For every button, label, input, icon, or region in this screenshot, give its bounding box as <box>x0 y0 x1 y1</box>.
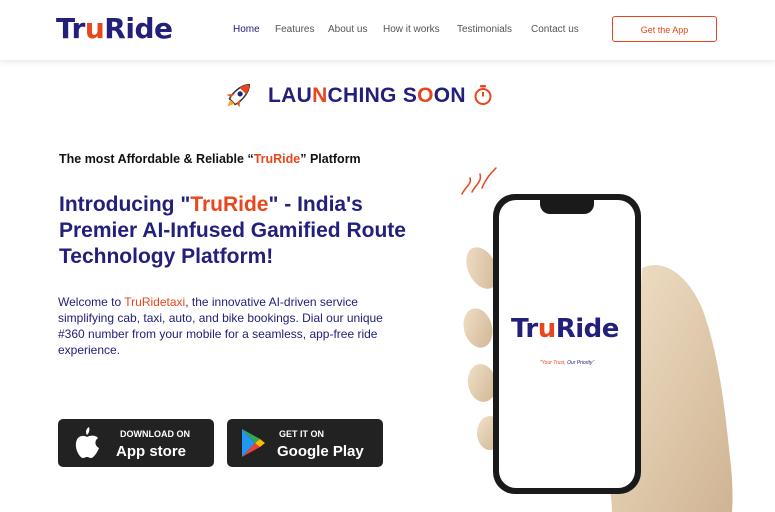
launch-text-a: LAU <box>268 84 313 107</box>
phone-slogan: "Your Trust, Our Priority" <box>499 360 635 366</box>
headline-pre: Introducing " <box>59 193 191 216</box>
phone-logo-part3: Ride <box>555 314 620 344</box>
tagline-pre: The most Affordable & Reliable “ <box>59 152 254 166</box>
headline-brand: TruRide <box>190 193 269 216</box>
phone-logo-part2: u <box>537 314 557 344</box>
description-pre: Welcome to <box>58 295 125 309</box>
google-play-small-text: GET IT ON <box>279 429 324 439</box>
description-brand-link[interactable]: TruRidetaxi <box>124 295 185 309</box>
scribble-decoration <box>461 167 497 195</box>
google-play-button[interactable]: GET IT ON Google Play <box>227 419 383 467</box>
logo-text-part2: u <box>84 12 105 45</box>
launch-text-c: CHING S <box>327 84 418 107</box>
tagline-post: ” Platform <box>300 152 361 166</box>
nav-about-us[interactable]: About us <box>328 24 367 35</box>
stopwatch-icon <box>474 85 492 105</box>
nav-home[interactable]: Home <box>233 24 260 35</box>
page-headline: Introducing "TruRide" - India's Premier … <box>59 192 419 270</box>
nav-how-it-works[interactable]: How it works <box>383 24 440 35</box>
launching-soon-banner: LAUNCHING SOON <box>268 84 466 108</box>
phone-truride-logo: TruRide <box>511 314 619 344</box>
launch-text-e: ON <box>433 84 466 107</box>
slogan-part-b: Our Priority <box>567 360 593 366</box>
google-play-icon <box>242 429 265 457</box>
truride-logo[interactable]: TruRide <box>56 12 173 45</box>
nav-features[interactable]: Features <box>275 24 314 35</box>
site-header: TruRide Home Features About us How it wo… <box>0 0 775 60</box>
app-store-small-text: DOWNLOAD ON <box>120 429 190 439</box>
logo-text-part3: Ride <box>104 12 173 45</box>
launch-text-b: N <box>312 84 328 107</box>
tagline-brand: TruRide <box>253 152 301 166</box>
phone-screen: TruRide "Your Trust, Our Priority" <box>499 200 635 488</box>
nav-testimonials[interactable]: Testimonials <box>457 24 512 35</box>
logo-text-part1: Tr <box>56 12 85 45</box>
phone-mockup: TruRide "Your Trust, Our Priority" <box>493 194 641 494</box>
slogan-part-c: " <box>592 360 595 366</box>
intro-description: Welcome to TruRidetaxi, the innovative A… <box>58 294 408 358</box>
rocket-icon <box>226 83 251 108</box>
apple-icon <box>75 427 99 458</box>
google-play-big-text: Google Play <box>277 443 364 460</box>
launch-text-d: O <box>417 84 434 107</box>
phone-logo-part1: Tr <box>511 314 538 344</box>
get-the-app-button[interactable]: Get the App <box>612 16 717 42</box>
tagline: The most Affordable & Reliable “TruRide”… <box>59 152 361 166</box>
app-store-big-text: App store <box>116 443 187 460</box>
phone-notch <box>540 200 594 214</box>
slogan-part-a: "Your Trust, <box>539 360 568 366</box>
nav-contact-us[interactable]: Contact us <box>531 24 579 35</box>
app-store-button[interactable]: DOWNLOAD ON App store <box>58 419 214 467</box>
